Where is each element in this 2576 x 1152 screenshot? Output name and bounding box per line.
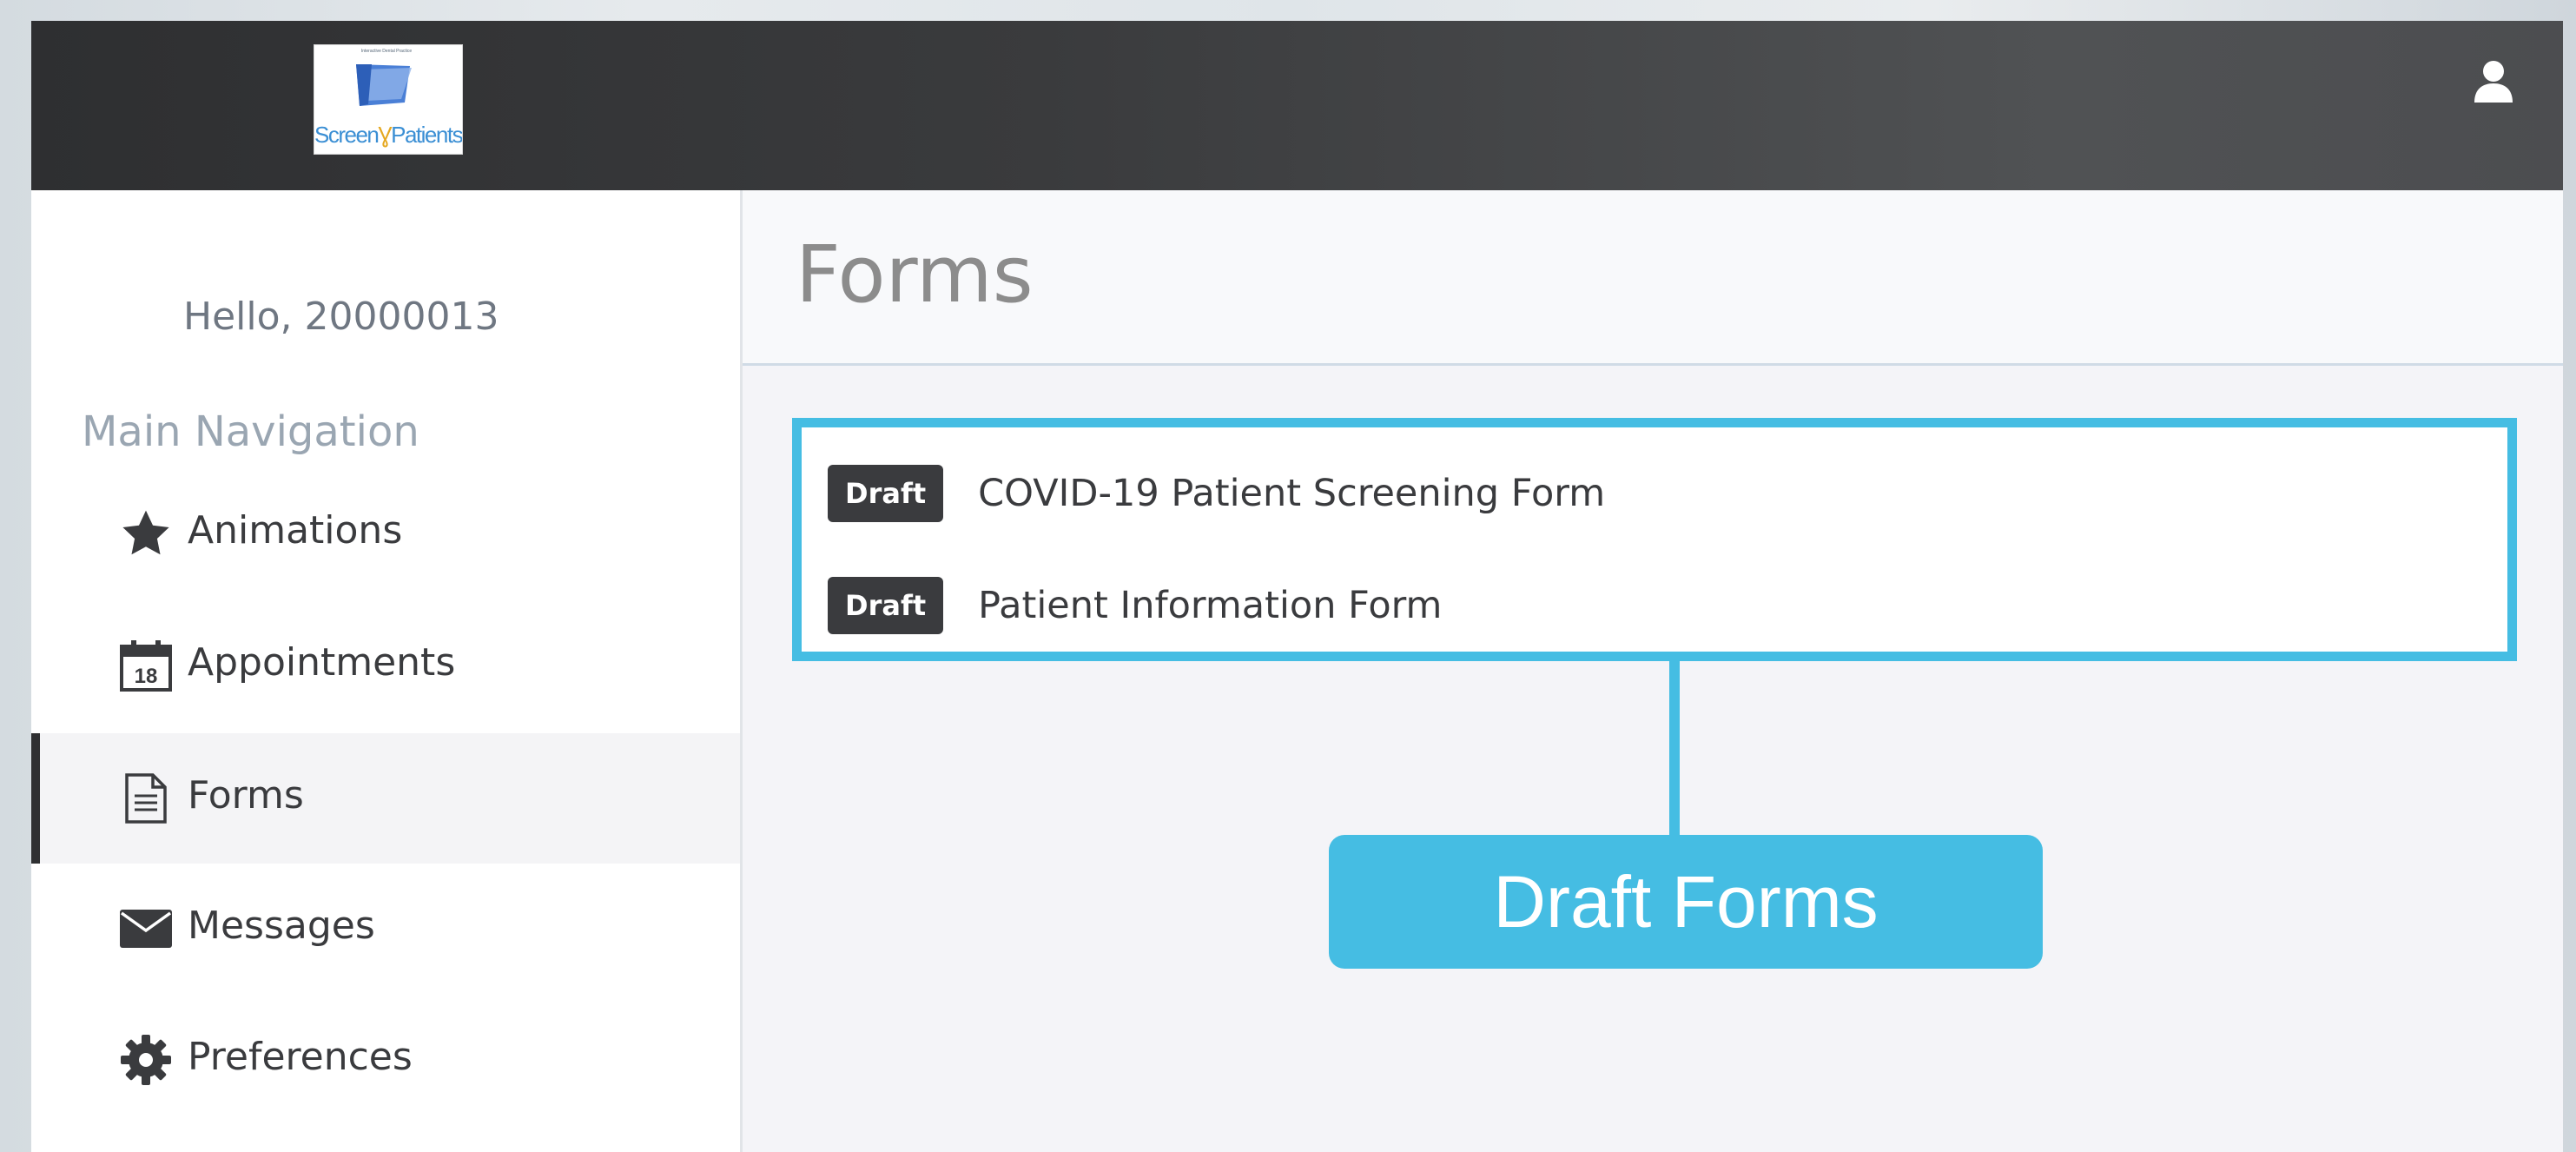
gear-icon <box>117 1031 175 1089</box>
greeting: Hello, 20000013 <box>183 295 499 339</box>
app-window: Interactive Dental Practice ScreenƔPatie… <box>31 21 2563 1152</box>
draft-forms-callout: Draft Forms <box>1329 835 2043 969</box>
sidebar-item-preferences[interactable]: Preferences <box>31 995 740 1125</box>
logo-wordmark: ScreenƔPatients <box>314 122 462 149</box>
sidebar: Hello, 20000013 Main Navigation Animatio… <box>31 190 743 1152</box>
calendar-icon: 18 <box>117 637 175 694</box>
logo-graphic <box>356 64 412 106</box>
form-title: COVID-19 Patient Screening Form <box>978 472 1606 515</box>
screen-patients-logo[interactable]: Interactive Dental Practice ScreenƔPatie… <box>314 44 463 155</box>
envelope-icon <box>117 900 175 957</box>
draft-badge: Draft <box>828 465 944 522</box>
sidebar-item-animations[interactable]: Animations <box>31 468 740 599</box>
draft-badge: Draft <box>828 577 944 634</box>
sidebar-item-label: Messages <box>188 904 375 948</box>
callout-connector-line <box>1669 661 1680 835</box>
svg-text:18: 18 <box>135 665 158 688</box>
top-bar: Interactive Dental Practice ScreenƔPatie… <box>31 21 2563 190</box>
document-icon <box>117 770 175 827</box>
form-item-patient-information[interactable]: Draft Patient Information Form <box>828 575 1442 636</box>
page-header: Forms <box>743 190 2563 366</box>
sidebar-item-label: Forms <box>188 773 304 818</box>
logo-word-left: Screen <box>314 122 380 148</box>
main-content: Forms Draft COVID-19 Patient Screening F… <box>743 190 2563 1152</box>
main-navigation-heading: Main Navigation <box>82 407 419 456</box>
sidebar-item-label: Preferences <box>188 1035 413 1079</box>
sidebar-item-label: Appointments <box>188 640 456 685</box>
user-icon[interactable] <box>2473 59 2514 104</box>
page-title: Forms <box>796 229 1034 321</box>
logo-figure-icon: Ɣ <box>378 122 392 148</box>
draft-forms-list: Draft COVID-19 Patient Screening Form Dr… <box>792 418 2517 661</box>
form-title: Patient Information Form <box>978 584 1443 627</box>
sidebar-item-appointments[interactable]: 18 Appointments <box>31 600 740 731</box>
logo-word-right: Patients <box>391 122 463 148</box>
star-icon <box>117 505 175 562</box>
sidebar-item-label: Animations <box>188 508 403 553</box>
sidebar-item-messages[interactable]: Messages <box>31 864 740 994</box>
form-item-covid-screening[interactable]: Draft COVID-19 Patient Screening Form <box>828 463 1605 524</box>
sidebar-item-forms[interactable]: Forms <box>31 733 740 864</box>
